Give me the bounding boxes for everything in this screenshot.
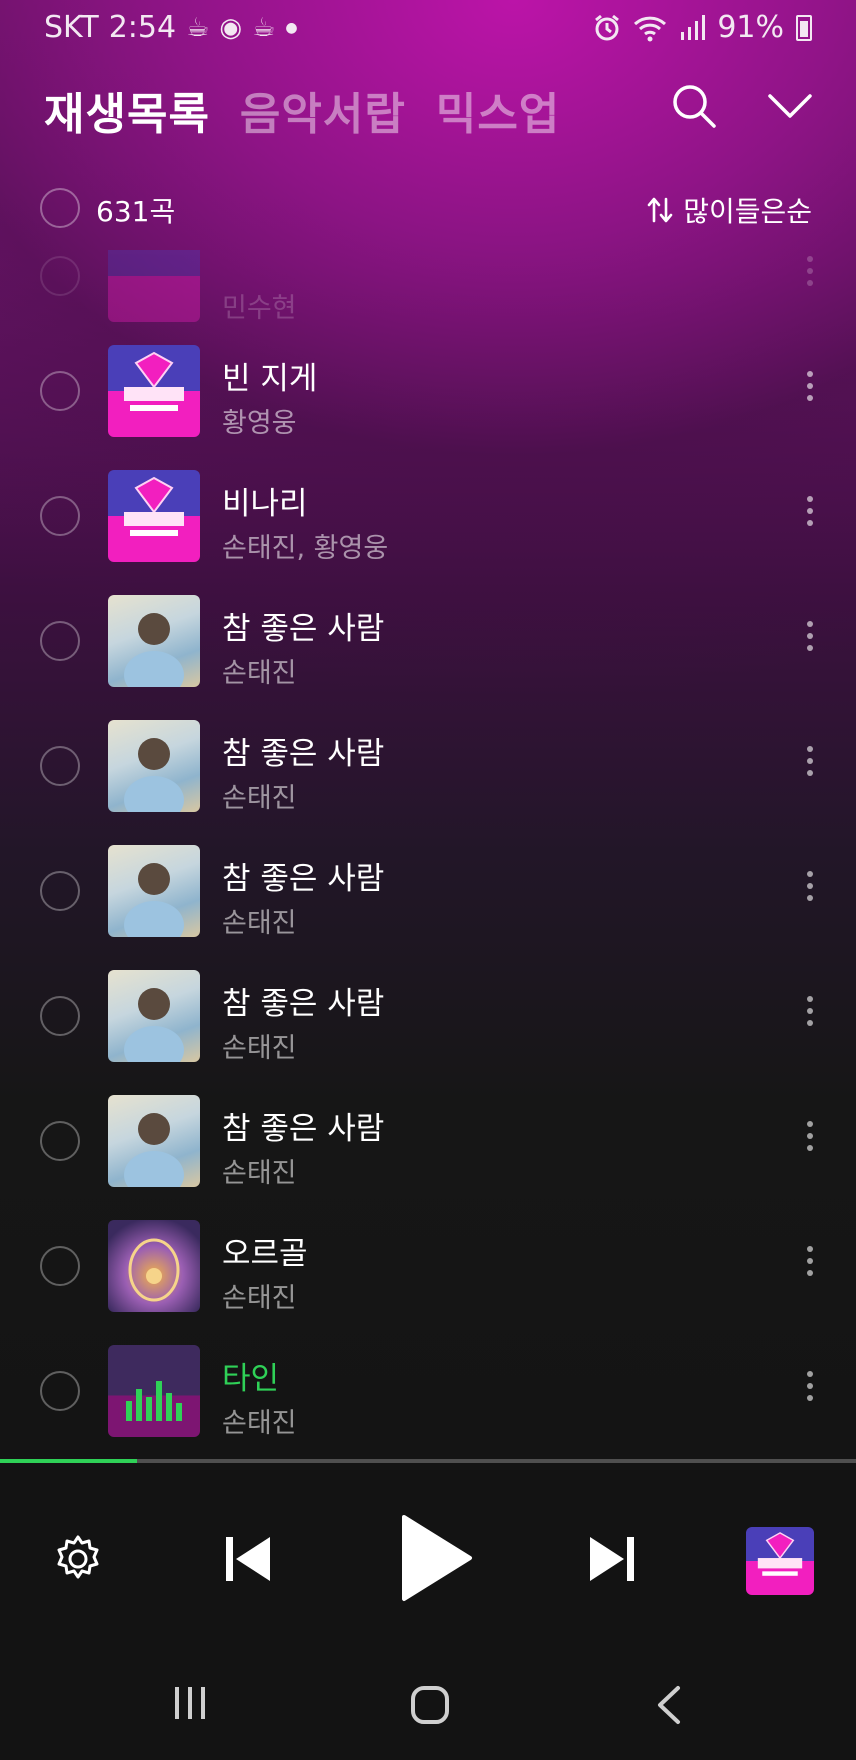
song-title: 참 좋은 사람 — [222, 861, 385, 897]
album-thumbnail — [108, 1345, 200, 1437]
song-artist: 손태진 — [222, 1033, 297, 1064]
song-title: 참 좋은 사람 — [222, 986, 385, 1022]
more-options-icon[interactable] — [800, 371, 820, 411]
song-title: 타인 — [222, 1361, 280, 1397]
song-row-playing[interactable]: 타인 손태진 — [0, 1325, 856, 1450]
song-artist: 황영웅 — [222, 408, 297, 439]
search-icon[interactable] — [668, 80, 720, 132]
dot-icon: ● — [285, 19, 298, 36]
song-row[interactable]: 참 좋은 사람 손태진 — [0, 700, 856, 825]
chevron-down-icon[interactable] — [764, 80, 816, 132]
sort-button[interactable]: 많이들은순 — [645, 190, 812, 230]
song-row[interactable]: 참 좋은 사람 손태진 — [0, 950, 856, 1075]
battery-label: 91% — [717, 10, 784, 45]
row-checkbox[interactable] — [40, 746, 80, 786]
song-title: 오르골 — [222, 1236, 308, 1272]
more-options-icon[interactable] — [800, 996, 820, 1036]
song-artist: 손태진 — [222, 658, 297, 689]
row-checkbox[interactable] — [40, 371, 80, 411]
tab-mixup[interactable]: 믹스업 — [436, 78, 560, 142]
now-playing-thumbnail[interactable] — [746, 1527, 814, 1595]
battery-icon — [796, 14, 812, 41]
tab-playlist[interactable]: 재생목록 — [44, 78, 210, 142]
album-thumbnail — [108, 970, 200, 1062]
row-checkbox[interactable] — [40, 496, 80, 536]
home-icon[interactable] — [410, 1685, 450, 1725]
album-thumbnail — [108, 250, 200, 322]
more-options-icon[interactable] — [800, 1246, 820, 1286]
song-artist: 손태진 — [222, 1158, 297, 1189]
signal-icon — [681, 14, 706, 40]
album-thumbnail — [108, 1220, 200, 1312]
time-label: 2:54 — [108, 10, 177, 45]
play-icon[interactable] — [398, 1513, 474, 1603]
row-checkbox[interactable] — [40, 996, 80, 1036]
wifi-icon — [634, 16, 667, 41]
song-artist: 손태진, 황영웅 — [222, 533, 389, 564]
more-options-icon[interactable] — [800, 621, 820, 661]
album-thumbnail — [108, 720, 200, 812]
song-artist: 손태진 — [222, 908, 297, 939]
row-checkbox[interactable] — [40, 621, 80, 661]
album-thumbnail — [108, 595, 200, 687]
song-artist: 손태진 — [222, 783, 297, 814]
more-options-icon[interactable] — [800, 496, 820, 536]
song-count: 631곡 — [96, 195, 176, 228]
album-thumbnail — [108, 345, 200, 437]
album-thumbnail — [108, 470, 200, 562]
sort-icon — [647, 197, 673, 223]
next-icon[interactable] — [584, 1531, 640, 1587]
song-artist: 손태진 — [222, 1408, 297, 1439]
song-title: 빈 지게 — [222, 361, 318, 397]
song-row[interactable]: 참 좋은 사람 손태진 — [0, 1075, 856, 1200]
status-bar: SKT 2:54 ☕ ◉ ☕ ● 91% — [0, 0, 856, 56]
song-row[interactable]: 오르골 손태진 — [0, 1200, 856, 1325]
coffee-icon: ☕ — [252, 12, 276, 43]
song-title: 비나리 — [222, 486, 308, 522]
status-left: SKT 2:54 ☕ ◉ ☕ ● — [44, 10, 298, 45]
more-options-icon[interactable] — [800, 256, 820, 296]
row-checkbox[interactable] — [40, 1246, 80, 1286]
album-thumbnail — [108, 1095, 200, 1187]
list-toolbar: 631곡 많이들은순 — [0, 180, 856, 234]
song-title: 참 좋은 사람 — [222, 611, 385, 647]
tab-music-drawer[interactable]: 음악서랍 — [240, 78, 406, 142]
song-artist: 민수현 — [222, 293, 297, 324]
more-options-icon[interactable] — [800, 871, 820, 911]
row-checkbox[interactable] — [40, 871, 80, 911]
song-list: 민수현 빈 지게 황영웅 비나리 손태진, 황영웅 참 좋은 사람 손태진 참 … — [0, 250, 856, 1460]
carrier-label: SKT — [44, 10, 99, 45]
status-right: 91% — [593, 10, 812, 45]
header-tabs: 재생목록 음악서랍 믹스업 — [44, 78, 560, 142]
row-checkbox[interactable] — [40, 1121, 80, 1161]
recent-apps-icon[interactable] — [172, 1685, 208, 1721]
sort-label: 많이들은순 — [683, 195, 812, 228]
select-all-checkbox[interactable] — [40, 188, 80, 228]
song-artist: 손태진 — [222, 1283, 297, 1314]
more-options-icon[interactable] — [800, 1371, 820, 1411]
coffee-icon: ☕ — [186, 12, 210, 43]
gear-icon[interactable] — [52, 1533, 104, 1585]
song-row[interactable]: 빈 지게 황영웅 — [0, 325, 856, 450]
bluetooth-speaker-icon: ◉ — [219, 12, 243, 43]
row-checkbox[interactable] — [40, 256, 80, 296]
song-title: 참 좋은 사람 — [222, 1111, 385, 1147]
alarm-icon — [595, 14, 620, 40]
song-title: 참 좋은 사람 — [222, 736, 385, 772]
song-row[interactable]: 참 좋은 사람 손태진 — [0, 825, 856, 950]
mini-player — [0, 1463, 856, 1643]
more-options-icon[interactable] — [800, 1121, 820, 1161]
album-thumbnail — [108, 845, 200, 937]
row-checkbox[interactable] — [40, 1371, 80, 1411]
back-icon[interactable] — [654, 1685, 684, 1725]
previous-icon[interactable] — [220, 1531, 276, 1587]
song-row[interactable]: 민수현 — [0, 250, 856, 335]
song-row[interactable]: 참 좋은 사람 손태진 — [0, 575, 856, 700]
system-nav-bar — [0, 1643, 856, 1760]
song-row[interactable]: 비나리 손태진, 황영웅 — [0, 450, 856, 575]
more-options-icon[interactable] — [800, 746, 820, 786]
